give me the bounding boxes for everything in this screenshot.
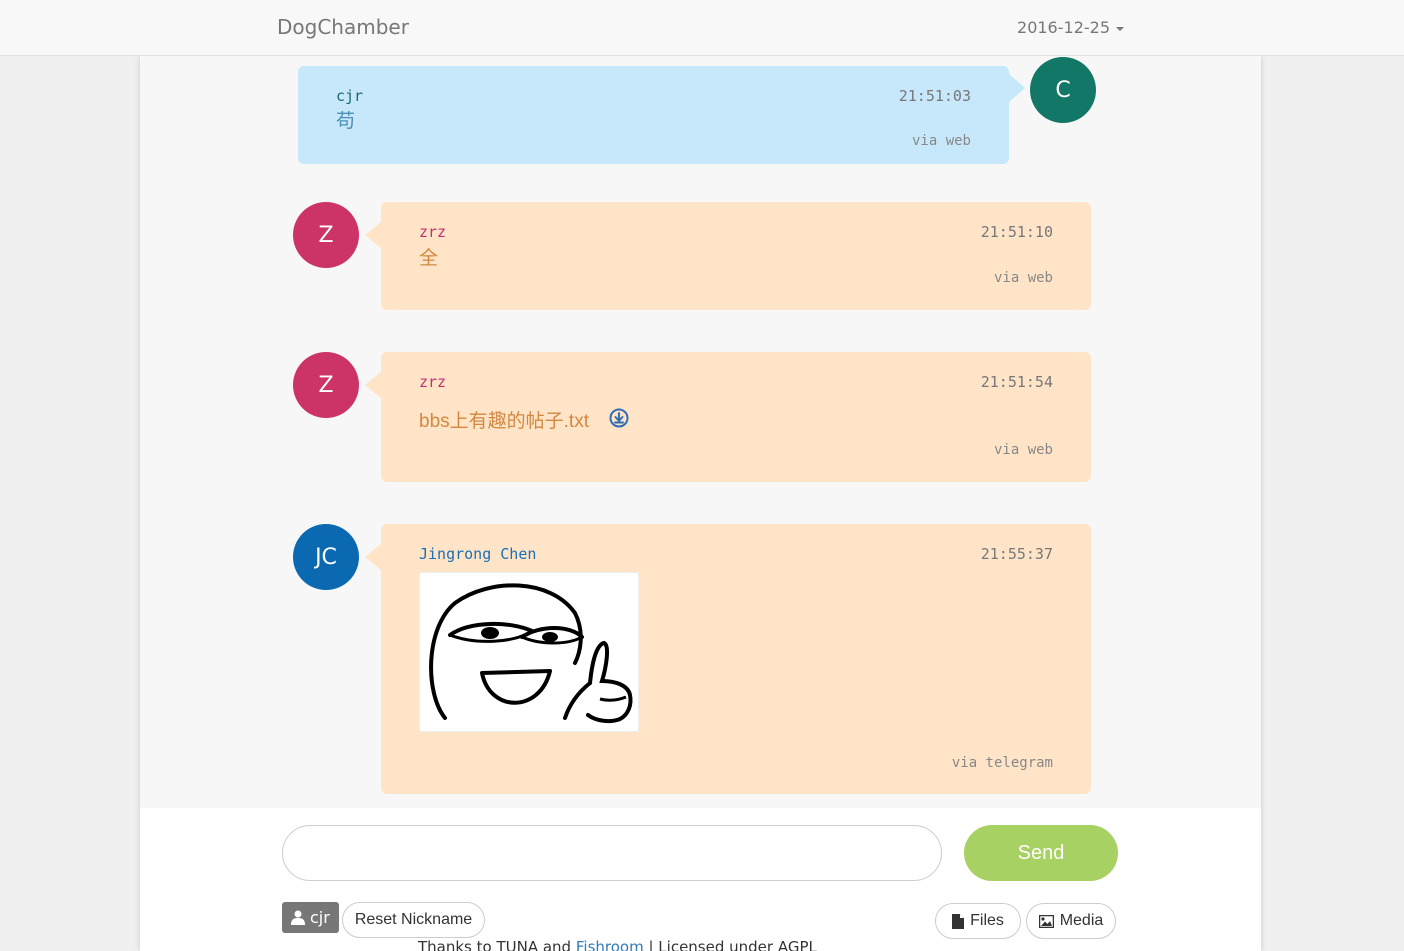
media-label: Media	[1059, 912, 1104, 929]
message-item: zrz 21:51:54 bbs上有趣的帖子.txt via web	[365, 352, 1091, 482]
brand[interactable]: DogChamber	[277, 15, 409, 39]
troll-face-sticker-icon	[429, 583, 633, 724]
reset-nickname-button[interactable]: Reset Nickname	[342, 902, 485, 938]
fishroom-link[interactable]: Fishroom	[576, 938, 644, 951]
nickname-badge[interactable]: cjr	[282, 902, 339, 933]
date-label: 2016-12-25	[1017, 18, 1110, 37]
message-nick: zrz	[419, 223, 447, 241]
user-icon	[291, 910, 305, 925]
footer-prefix: Thanks to TUNA and	[418, 938, 576, 951]
message-via: via web	[993, 270, 1053, 286]
footer: Thanks to TUNA and Fishroom | Licensed u…	[418, 938, 817, 951]
file-icon	[952, 913, 965, 929]
media-button[interactable]: Media	[1026, 903, 1116, 939]
avatar: Z	[293, 352, 359, 418]
message-nick: zrz	[419, 373, 447, 391]
nickname-label: cjr	[310, 908, 330, 927]
message-via: via web	[911, 133, 971, 149]
files-label: Files	[970, 912, 1004, 929]
navbar: DogChamber 2016-12-25	[0, 0, 1404, 56]
file-attachment: bbs上有趣的帖子.txt	[419, 406, 629, 433]
message-text: 苟	[336, 110, 356, 132]
sticker-image[interactable]	[419, 572, 639, 732]
message-nick: Jingrong Chen	[419, 545, 537, 563]
send-button[interactable]: Send	[964, 825, 1118, 881]
message-nick: cjr	[336, 87, 364, 105]
files-button[interactable]: Files	[935, 903, 1021, 939]
file-name[interactable]: bbs上有趣的帖子.txt	[419, 411, 589, 432]
message-time: 21:55:37	[980, 545, 1053, 563]
download-icon[interactable]	[609, 408, 629, 428]
avatar: Z	[293, 202, 359, 268]
message-item: zrz 21:51:10 全 via web	[365, 202, 1091, 310]
message-time: 21:51:10	[980, 223, 1053, 241]
avatar: C	[1030, 57, 1096, 123]
reset-nickname-label: Reset Nickname	[354, 911, 473, 928]
message-item: Jingrong Chen 21:55:37 via telegram	[365, 524, 1091, 794]
message-via: via web	[993, 442, 1053, 458]
message-text: 全	[419, 247, 439, 269]
caret-down-icon	[1116, 26, 1124, 31]
footer-suffix: | Licensed under AGPL	[643, 938, 817, 951]
main-container: cjr 21:51:03 苟 via web C Z zrz 21:51:10 …	[140, 56, 1261, 951]
image-icon	[1038, 914, 1054, 928]
message-time: 21:51:03	[898, 87, 971, 105]
message-input[interactable]	[282, 825, 942, 881]
message-time: 21:51:54	[980, 373, 1053, 391]
message-item: cjr 21:51:03 苟 via web	[298, 66, 1025, 164]
message-via: via telegram	[951, 755, 1053, 771]
date-dropdown[interactable]: 2016-12-25	[1017, 18, 1124, 37]
message-list[interactable]: cjr 21:51:03 苟 via web C Z zrz 21:51:10 …	[140, 56, 1261, 808]
avatar: JC	[293, 524, 359, 590]
